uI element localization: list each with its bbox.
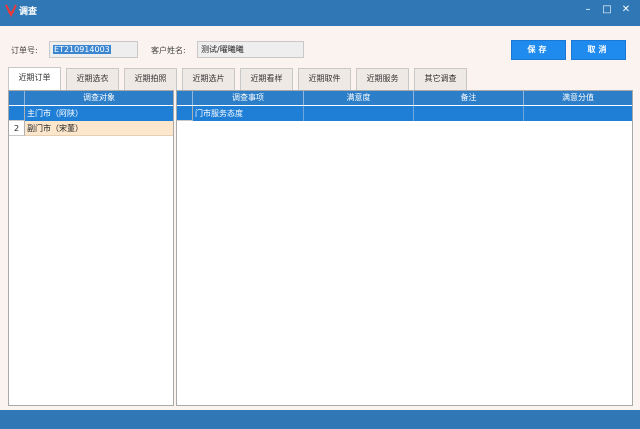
app-logo-icon <box>5 4 17 17</box>
column-header-survey-target[interactable]: 调查对象 <box>25 91 173 105</box>
column-header-satisfaction[interactable]: 满意度 <box>304 91 414 105</box>
table-row[interactable]: 1 主门市（阿陕） <box>9 106 173 121</box>
survey-target-grid: 调查对象 1 主门市（阿陕） 2 副门市（宋董） <box>8 90 174 406</box>
remarks-cell[interactable] <box>414 106 524 121</box>
survey-target-cell[interactable]: 副门市（宋董） <box>25 121 173 136</box>
survey-item-cell[interactable]: 门市服务态度 <box>193 106 304 121</box>
row-number: 1 <box>9 106 25 121</box>
column-header-remarks[interactable]: 备注 <box>414 91 524 105</box>
tab-other-survey[interactable]: 其它调查 <box>414 68 467 90</box>
customer-name-value: 测试/曜曦曦 <box>201 45 244 54</box>
order-number-value: ET210914003 <box>53 45 111 54</box>
window-title: 调查 <box>19 7 38 17</box>
row-number-header <box>177 91 193 105</box>
order-info-row: 订单号: ET210914003 客户姓名: 测试/曜曦曦 保存 取消 <box>0 40 640 64</box>
cancel-button[interactable]: 取消 <box>571 40 626 60</box>
save-button[interactable]: 保存 <box>511 40 566 60</box>
customer-name-field[interactable]: 测试/曜曦曦 <box>197 41 304 58</box>
close-icon[interactable]: ✕ <box>619 4 633 16</box>
tab-recent-service[interactable]: 近期服务 <box>356 68 409 90</box>
table-row[interactable]: 2 副门市（宋董） <box>9 121 173 136</box>
tab-recent-sample-viewing[interactable]: 近期看样 <box>240 68 293 90</box>
grid-header: 调查事项 满意度 备注 满意分值 <box>177 91 632 105</box>
grid-header: 调查对象 <box>9 91 173 105</box>
title-bar: 调查 – □ ✕ <box>0 0 640 26</box>
table-row[interactable]: 1 门市服务态度 <box>177 106 632 121</box>
tab-recent-pickup[interactable]: 近期取件 <box>298 68 351 90</box>
satisfaction-cell[interactable] <box>304 106 414 121</box>
tab-recent-photo-selection[interactable]: 近期选片 <box>182 68 235 90</box>
tab-recent-clothing[interactable]: 近期选衣 <box>66 68 119 90</box>
minimize-icon[interactable]: – <box>581 4 595 16</box>
row-number: 1 <box>177 106 193 121</box>
order-number-label: 订单号: <box>11 46 38 55</box>
survey-target-cell[interactable]: 主门市（阿陕） <box>25 106 173 121</box>
satisfaction-score-cell[interactable] <box>524 106 632 121</box>
tab-recent-orders[interactable]: 近期订单 <box>8 67 61 90</box>
column-header-survey-item[interactable]: 调查事项 <box>193 91 304 105</box>
order-number-field[interactable]: ET210914003 <box>49 41 138 58</box>
maximize-icon[interactable]: □ <box>600 4 614 16</box>
row-number: 2 <box>9 121 25 136</box>
tab-recent-photoshoot[interactable]: 近期拍照 <box>124 68 177 90</box>
status-bar <box>0 410 640 429</box>
survey-items-grid: 调查事项 满意度 备注 满意分值 1 门市服务态度 <box>176 90 633 406</box>
customer-name-label: 客户姓名: <box>151 46 186 55</box>
column-header-satisfaction-score[interactable]: 满意分值 <box>524 91 632 105</box>
row-number-header <box>9 91 25 105</box>
